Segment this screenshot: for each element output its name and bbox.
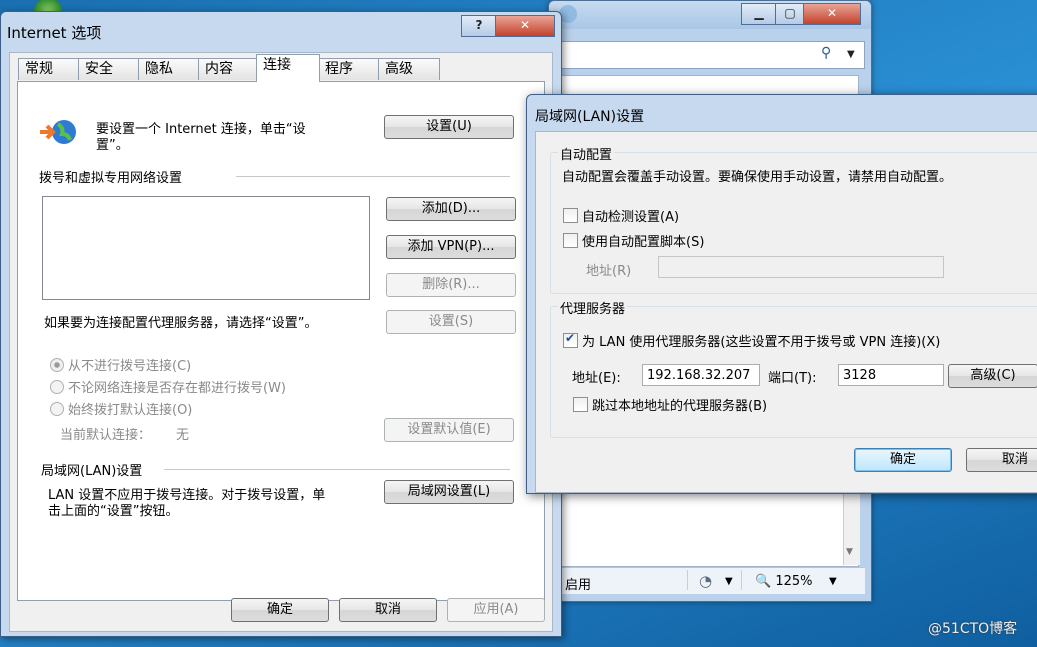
settings-button[interactable]: 设置(S) (386, 310, 516, 334)
radio-dial-when-no-network-label: 不论网络连接是否存在都进行拨号(W) (68, 381, 286, 396)
lan-text-cont: 击上面的“设置”按钮。 (48, 504, 179, 519)
tab-programs[interactable]: 程序 (318, 58, 380, 80)
tab-privacy[interactable]: 隐私 (138, 58, 200, 80)
auto-config-description: 自动配置会覆盖手动设置。要确保使用手动设置，请禁用自动配置。 (562, 170, 953, 185)
ok-button[interactable]: 确定 (854, 448, 952, 472)
dialog-title: Internet 选项 (7, 24, 102, 42)
dialup-heading: 拨号和虚拟专用网络设置 (39, 171, 183, 186)
scroll-down-icon[interactable]: ▼ (846, 547, 853, 557)
minimize-button[interactable]: ▁ (741, 3, 777, 25)
divider (164, 469, 510, 470)
chevron-down-icon[interactable]: ▼ (847, 49, 855, 60)
radio-never-dial[interactable] (50, 358, 64, 372)
tab-content[interactable]: 内容 (198, 58, 260, 80)
dialog-body: 自动配置 自动配置会覆盖手动设置。要确保使用手动设置，请禁用自动配置。 自动检测… (535, 131, 1037, 493)
help-button[interactable]: ? (461, 15, 497, 37)
proxy-port-label: 端口(T): (768, 371, 817, 386)
close-button[interactable]: ✕ (495, 15, 555, 37)
chevron-down-icon[interactable]: ▼ (725, 576, 733, 587)
proxy-port-input[interactable]: 3128 (838, 364, 944, 386)
cancel-button[interactable]: 取消 (966, 448, 1037, 472)
status-text: 启用 (565, 578, 592, 593)
zoom-value: 125% (775, 574, 813, 589)
chevron-down-icon[interactable]: ▼ (829, 576, 837, 587)
internet-connection-icon (38, 116, 78, 152)
maximize-button[interactable]: ▢ (775, 3, 805, 25)
cancel-button[interactable]: 取消 (339, 598, 437, 622)
proxy-address-label: 地址(E): (572, 371, 621, 386)
tab-advanced[interactable]: 高级 (378, 58, 440, 80)
desktop: { "background_window": { "title": "http:… (0, 0, 1037, 647)
bypass-local-label: 跳过本地地址的代理服务器(B) (592, 399, 768, 414)
use-script-checkbox[interactable] (563, 233, 578, 248)
add-vpn-button[interactable]: 添加 VPN(P)... (386, 235, 516, 259)
connection-list[interactable] (42, 196, 370, 300)
set-default-button[interactable]: 设置默认值(E) (384, 418, 514, 442)
search-icon[interactable]: ⚲ (821, 45, 831, 61)
security-zone-icon[interactable]: ◔ (699, 572, 712, 590)
dialog-title: 局域网(LAN)设置 (535, 109, 645, 125)
apply-button[interactable]: 应用(A) (447, 598, 545, 622)
add-button[interactable]: 添加(D)... (386, 197, 516, 221)
status-divider (687, 570, 688, 590)
remove-button[interactable]: 删除(R)... (386, 273, 516, 297)
proxy-address-input[interactable]: 192.168.32.207 (642, 364, 760, 386)
divider (236, 176, 510, 177)
address-bar[interactable] (559, 41, 865, 69)
script-address-input[interactable] (658, 256, 944, 278)
tab-general[interactable]: 常规 (18, 58, 80, 80)
radio-always-dial[interactable] (50, 402, 64, 416)
tab-security[interactable]: 安全 (78, 58, 140, 80)
radio-never-dial-label: 从不进行拨号连接(C) (68, 359, 192, 374)
proxy-hint: 如果要为连接配置代理服务器，请选择“设置”。 (44, 316, 318, 331)
script-address-label: 地址(R) (586, 264, 632, 279)
tab-connections[interactable]: 连接 (256, 54, 320, 82)
lan-heading: 局域网(LAN)设置 (41, 464, 143, 479)
lan-settings-dialog: 局域网(LAN)设置 自动配置 自动配置会覆盖手动设置。要确保使用手动设置，请禁… (526, 94, 1037, 494)
connections-tab-panel: 要设置一个 Internet 连接，单击“设 置”。 设置(U) 拨号和虚拟专用… (17, 81, 545, 601)
status-bar: 启用 ◔ ▼ 🔍 125% ▼ (555, 567, 865, 594)
proxy-heading: 代理服务器 (558, 298, 628, 317)
use-proxy-label: 为 LAN 使用代理服务器(这些设置不用于拨号或 VPN 连接)(X) (582, 335, 941, 350)
internet-options-dialog: Internet 选项 ? ✕ 常规 安全 隐私 内容 连接 程序 高级 要设置… (0, 11, 562, 637)
advanced-button[interactable]: 高级(C) (948, 364, 1037, 388)
current-default-value: 无 (176, 428, 190, 443)
browser-titlebar: ▁ ▢ ✕ (549, 1, 871, 29)
bypass-local-checkbox[interactable] (573, 397, 588, 412)
radio-dial-when-no-network[interactable] (50, 380, 64, 394)
lan-settings-button[interactable]: 局域网设置(L) (384, 480, 514, 504)
close-button[interactable]: ✕ (803, 3, 861, 25)
auto-detect-label: 自动检测设置(A) (582, 210, 680, 225)
radio-always-dial-label: 始终拨打默认连接(O) (68, 403, 193, 418)
use-proxy-checkbox[interactable] (563, 331, 578, 348)
status-divider (741, 570, 742, 590)
zoom-level[interactable]: 🔍 125% (755, 574, 813, 589)
current-default-label: 当前默认连接： (60, 428, 152, 443)
use-script-label: 使用自动配置脚本(S) (582, 235, 705, 250)
auto-config-heading: 自动配置 (558, 144, 615, 163)
setup-text-cont: 置”。 (96, 138, 129, 153)
watermark: @51CTO博客 (928, 621, 1018, 637)
auto-detect-checkbox[interactable] (563, 208, 578, 223)
ok-button[interactable]: 确定 (231, 598, 329, 622)
setup-button[interactable]: 设置(U) (384, 115, 514, 139)
